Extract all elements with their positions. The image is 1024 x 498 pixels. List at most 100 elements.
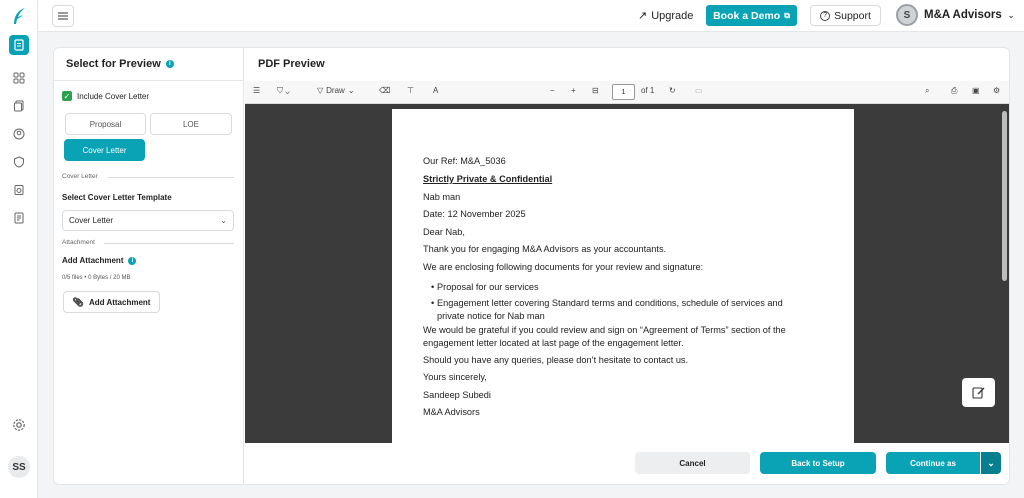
vertical-scrollbar[interactable]: [1002, 111, 1007, 281]
cancel-button[interactable]: Cancel: [635, 452, 750, 474]
save-icon[interactable]: ▣: [972, 86, 980, 95]
page-number-input[interactable]: 1: [612, 84, 635, 100]
template-select-value: Cover Letter: [69, 216, 114, 225]
organization-name: M&A Advisors: [924, 9, 1002, 21]
documents-icon[interactable]: [9, 35, 29, 55]
left-rail: SS: [0, 0, 38, 498]
help-circle-icon: ?: [820, 10, 831, 21]
text-box-icon[interactable]: ⊤: [407, 86, 414, 95]
edit-icon: [972, 387, 985, 399]
print-icon[interactable]: ⎙: [951, 86, 957, 96]
hamburger-icon: [58, 12, 68, 20]
letter-bullet-2-line-2: private notice for Nab man: [437, 311, 545, 321]
upgrade-link[interactable]: ↗ Upgrade: [638, 9, 694, 23]
letter-date: Date: 12 November 2025: [423, 209, 526, 219]
letter-thanks: Thank you for engaging M&A Advisors as y…: [423, 244, 667, 254]
text-style-icon[interactable]: A: [433, 86, 438, 95]
zoom-in-icon[interactable]: +: [571, 86, 576, 95]
chevron-down-icon: ⌄: [1007, 10, 1015, 20]
chevron-down-icon: ⌄: [347, 86, 355, 95]
draw-tool-button[interactable]: ▽ Draw ⌄: [317, 86, 355, 95]
info-icon[interactable]: i: [165, 60, 174, 68]
draw-label: Draw: [326, 86, 345, 95]
zoom-out-icon[interactable]: −: [550, 86, 555, 95]
attachment-section-label: Attachment: [62, 239, 95, 246]
camera-icon[interactable]: [9, 180, 29, 200]
pen-icon: ▽: [317, 86, 324, 95]
include-cover-letter-label: Include Cover Letter: [77, 91, 150, 101]
letter-ref: Our Ref: M&A_5036: [423, 156, 506, 166]
letter-review-line-2: engagement letter located at last page o…: [423, 338, 684, 348]
organization-switcher[interactable]: S M&A Advisors ⌄: [896, 4, 1014, 26]
file-quota-text: 0/5 files • 0 Bytes / 20 MB: [62, 275, 131, 281]
continue-as-button[interactable]: Continue as: [886, 452, 980, 474]
letter-closing: Yours sincerely,: [423, 372, 487, 382]
divider: [108, 177, 234, 178]
include-cover-letter-checkbox[interactable]: ✓ Include Cover Letter: [62, 91, 149, 101]
info-icon[interactable]: i: [128, 256, 137, 265]
user-avatar[interactable]: SS: [8, 456, 30, 478]
top-bar: ↗ Upgrade Book a Demo ⧉ ? Support S M&A …: [38, 0, 1024, 32]
select-for-preview-panel: Select for Preview i ✓ Include Cover Let…: [54, 48, 244, 484]
letter-review-line-1: We would be grateful if you could review…: [423, 325, 786, 335]
pdf-viewer[interactable]: ☰ ⛉ ⌄ ▽ Draw ⌄ ⌫ ⊤ A − + ⊟ 1 of 1 ↻ ▭ ⌕ …: [245, 81, 1009, 443]
bullet-marker: •: [431, 282, 435, 292]
letter-enclosing: We are enclosing following documents for…: [423, 262, 704, 272]
letter-company: M&A Advisors: [423, 407, 480, 417]
edit-document-button[interactable]: [962, 378, 995, 407]
files-icon[interactable]: [9, 96, 29, 116]
support-label: Support: [834, 9, 871, 22]
continue-options-dropdown[interactable]: ⌄: [981, 452, 1001, 474]
book-demo-label: Book a Demo: [713, 9, 781, 22]
paperclip-icon: 📎︎: [72, 296, 84, 307]
loe-option-button[interactable]: LOE: [150, 113, 232, 135]
pdf-toolbar: ☰ ⛉ ⌄ ▽ Draw ⌄ ⌫ ⊤ A − + ⊟ 1 of 1 ↻ ▭ ⌕ …: [245, 81, 1009, 104]
highlight-icon[interactable]: ⛉ ⌄: [277, 86, 290, 96]
add-attachment-title: Add Attachment i: [62, 256, 137, 265]
add-attachment-button-label: Add Attachment: [88, 297, 151, 307]
bullet-marker: •: [431, 298, 435, 308]
support-button[interactable]: ? Support: [810, 5, 881, 26]
external-link-icon: ⧉: [784, 10, 790, 20]
checkmark-icon: ✓: [62, 91, 72, 101]
settings-gear-icon[interactable]: [9, 415, 29, 435]
menu-toggle-button[interactable]: [52, 5, 74, 27]
template-label: Select Cover Letter Template: [62, 193, 172, 202]
select-for-preview-text: Select for Preview: [66, 58, 161, 70]
search-icon[interactable]: ⌕: [925, 86, 929, 96]
sidebar-toggle-icon[interactable]: ☰: [253, 86, 260, 95]
settings-icon[interactable]: ⚙: [993, 86, 1000, 95]
rotate-icon[interactable]: ↻: [669, 86, 676, 95]
chevron-down-icon: ⌄: [987, 457, 995, 468]
upgrade-label: Upgrade: [651, 9, 694, 22]
footer-actions: Cancel Back to Setup Continue as ⌄: [245, 443, 1009, 484]
letter-bullet-2-line-1: Engagement letter covering Standard term…: [437, 298, 783, 308]
add-attachment-title-text: Add Attachment: [62, 256, 124, 265]
cover-letter-template-select[interactable]: Cover Letter ⌄: [62, 210, 234, 231]
app-logo[interactable]: [10, 6, 28, 26]
back-to-setup-button[interactable]: Back to Setup: [760, 452, 876, 474]
add-attachment-button[interactable]: 📎︎ Add Attachment: [63, 291, 160, 313]
cover-letter-option-button[interactable]: Cover Letter: [64, 139, 145, 161]
page-count-text: of 1: [641, 86, 655, 95]
preview-card: Select for Preview i ✓ Include Cover Let…: [53, 47, 1010, 485]
letter-signer: Sandeep Subedi: [423, 390, 491, 400]
contacts-icon[interactable]: [9, 124, 29, 144]
letter-greeting: Dear Nab,: [423, 227, 465, 237]
arrow-up-right-icon: ↗: [638, 10, 648, 22]
letter-private-heading: Strictly Private & Confidential: [423, 174, 553, 184]
proposal-option-button[interactable]: Proposal: [65, 113, 146, 135]
chevron-down-icon: ⌄: [220, 216, 227, 225]
shield-icon[interactable]: [9, 152, 29, 172]
book-demo-button[interactable]: Book a Demo ⧉: [706, 5, 797, 26]
divider: [54, 80, 244, 81]
dashboard-icon[interactable]: [9, 68, 29, 88]
divider: [104, 243, 234, 244]
fit-page-icon[interactable]: ⊟: [592, 86, 599, 95]
pdf-preview-title: PDF Preview: [258, 58, 325, 70]
letter-bullet-1: Proposal for our services: [437, 282, 539, 292]
eraser-icon[interactable]: ⌫: [379, 86, 390, 95]
cover-letter-section-label: Cover Letter: [62, 173, 98, 180]
reports-icon[interactable]: [9, 208, 29, 228]
select-for-preview-title: Select for Preview i: [66, 58, 174, 70]
